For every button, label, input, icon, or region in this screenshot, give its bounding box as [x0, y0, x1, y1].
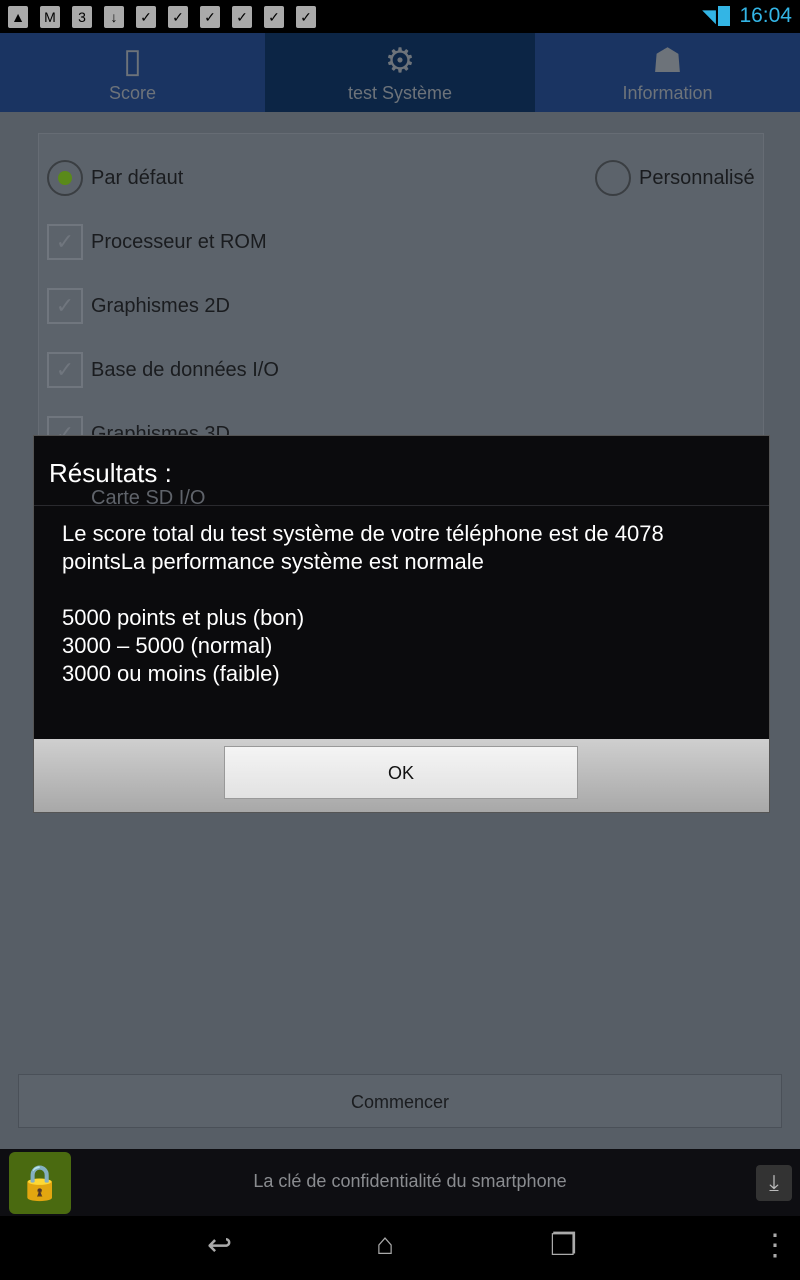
checkbox[interactable]: ✓: [47, 352, 83, 388]
tab-test-systeme[interactable]: ⚙ test Système: [265, 33, 535, 112]
radio-button[interactable]: [595, 160, 631, 196]
checkbox-label: Graphismes 2D: [91, 294, 230, 317]
tab-label: Score: [108, 83, 157, 103]
check-bag-icon: ✓: [264, 5, 284, 28]
checkbox[interactable]: ✓: [47, 288, 83, 324]
checkbox[interactable]: ✓: [47, 224, 83, 260]
back-icon[interactable]: ↩: [207, 1228, 232, 1263]
navigation-bar: ↩ ⌂ ❐ ⋮: [0, 1216, 800, 1280]
image-icon: ▲: [8, 5, 28, 28]
tab-score[interactable]: ▯ Score: [0, 33, 265, 112]
gmail-icon: M: [40, 5, 60, 28]
check-bag-icon: ✓: [296, 5, 316, 28]
check-bag-icon: ✓: [200, 5, 220, 28]
checkbox-label: Processeur et ROM: [91, 230, 267, 253]
menu-icon[interactable]: ⋮: [760, 1228, 790, 1263]
check-bag-icon: ✓: [168, 5, 188, 28]
tab-information[interactable]: ☗ Information: [535, 33, 800, 112]
check-bag-icon: ✓: [136, 5, 156, 28]
tab-label: Information: [622, 83, 713, 103]
start-button[interactable]: Commencer: [18, 1074, 782, 1128]
recent-apps-icon[interactable]: ❐: [550, 1228, 577, 1263]
wifi-icon: ◥: [702, 6, 716, 26]
dialog-button-bar: OK: [34, 739, 769, 812]
store-icon: 3: [72, 5, 92, 28]
gear-icon: ⚙: [384, 42, 416, 80]
checkbox-db-io[interactable]: ✓ Base de données I/O: [47, 352, 279, 388]
phone-icon: ▯: [123, 42, 142, 80]
checkbox-label: Carte SD I/O: [91, 486, 206, 509]
download-icon: ↓: [104, 5, 124, 28]
status-bar: ▲ M 3 ↓ ✓ ✓ ✓ ✓ ✓ ✓ ◥ 16:04: [0, 0, 800, 33]
download-icon[interactable]: ⤓: [756, 1165, 792, 1201]
radio-label: Par défaut: [91, 166, 184, 189]
android-icon: ☗: [652, 42, 683, 80]
checkbox-cpu-rom[interactable]: ✓ Processeur et ROM: [47, 224, 267, 260]
radio-default[interactable]: Par défaut: [47, 160, 183, 196]
clock: 16:04: [739, 4, 792, 27]
checkbox-2d[interactable]: ✓ Graphismes 2D: [47, 288, 230, 324]
ad-banner[interactable]: 🔒 La clé de confidentialité du smartphon…: [0, 1149, 800, 1216]
radio-label: Personnalisé: [639, 166, 755, 189]
ad-text: La clé de confidentialité du smartphone: [253, 1171, 567, 1191]
check-bag-icon: ✓: [232, 5, 252, 28]
ok-button[interactable]: OK: [224, 746, 578, 799]
radio-custom[interactable]: Personnalisé: [595, 160, 755, 196]
home-icon[interactable]: ⌂: [376, 1228, 394, 1262]
tab-label: test Système: [347, 83, 453, 103]
battery-icon: [718, 6, 730, 26]
radio-button[interactable]: [47, 160, 83, 196]
checkbox-label: Base de données I/O: [91, 358, 279, 381]
dialog-message: Le score total du test système de votre …: [62, 521, 664, 686]
tab-bar: ▯ Score ⚙ test Système ☗ Information: [0, 33, 800, 112]
